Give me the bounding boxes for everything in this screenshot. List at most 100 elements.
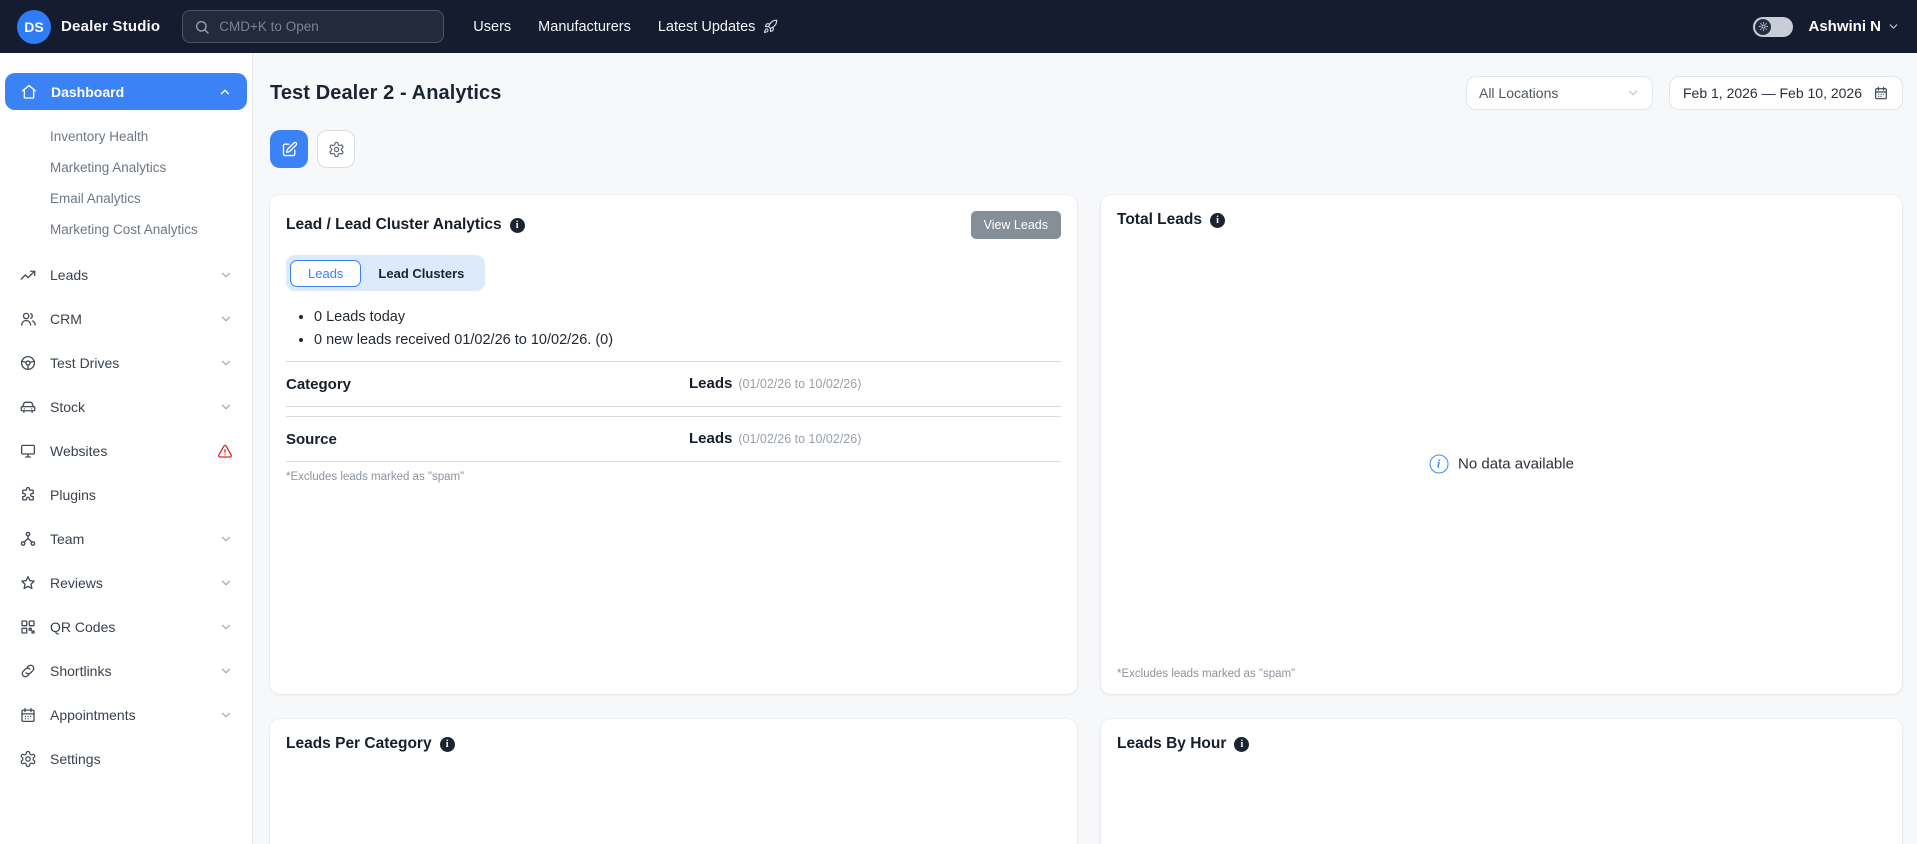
lead-summary-item: 0 new leads received 01/02/26 to 10/02/2… [314,332,1061,348]
lead-tabs: Leads Lead Clusters [286,255,486,291]
sidebar-item-email-analytics[interactable]: Email Analytics [0,183,252,214]
sidebar-item-label: Settings [50,751,101,767]
sidebar-item-appointments[interactable]: Appointments [0,693,252,737]
sidebar-item-label: Shortlinks [50,663,112,679]
edit-icon [281,141,298,158]
column-header-leads: Leads [689,430,733,447]
sidebar-item-marketing-cost-analytics[interactable]: Marketing Cost Analytics [0,214,252,245]
rocket-icon [763,19,778,34]
lead-cluster-analytics-card: Lead / Lead Cluster Analytics i View Lea… [270,195,1077,694]
team-network-icon [19,530,37,548]
chevron-down-icon [219,312,233,326]
sidebar-item-qr-codes[interactable]: QR Codes [0,605,252,649]
sidebar-item-label: CRM [50,311,82,327]
dashboard-settings-button[interactable] [317,130,355,168]
dashboard-submenu: Inventory Health Marketing Analytics Ema… [0,110,252,253]
row-value: Leads (01/02/26 to 10/02/26) [689,375,861,393]
leads-by-hour-card: Leads By Hour i [1101,719,1902,844]
tab-leads[interactable]: Leads [290,259,362,287]
card-title: Leads Per Category i [286,735,1061,753]
sidebar-item-label: QR Codes [50,619,116,635]
view-leads-button[interactable]: View Leads [970,211,1061,239]
edit-dashboard-button[interactable] [270,130,308,168]
info-icon[interactable]: i [509,217,525,233]
nav-link-manufacturers[interactable]: Manufacturers [538,19,631,35]
user-menu[interactable]: Ashwini N [1808,18,1900,35]
global-search[interactable] [182,10,445,43]
sidebar-item-team[interactable]: Team [0,517,252,561]
nav-links: Users Manufacturers Latest Updates [473,19,778,35]
chevron-up-icon [218,85,232,99]
chevron-down-icon [219,576,233,590]
theme-toggle[interactable] [1753,16,1794,37]
chevron-down-icon [219,268,233,282]
warning-triangle-icon [217,443,233,459]
sidebar-item-label: Appointments [50,707,136,723]
search-icon [194,19,210,35]
sidebar-item-shortlinks[interactable]: Shortlinks [0,649,252,693]
chevron-down-icon [1626,86,1640,100]
tab-lead-clusters[interactable]: Lead Clusters [361,259,481,287]
sidebar-item-label: Stock [50,399,86,415]
location-filter-select[interactable]: All Locations [1465,76,1653,110]
lead-summary-list: 0 Leads today 0 new leads received 01/02… [314,309,1061,348]
card-header: Lead / Lead Cluster Analytics i View Lea… [286,211,1061,239]
card-title: Lead / Lead Cluster Analytics i [286,216,525,234]
table-row: Category Leads (01/02/26 to 10/02/26) [286,361,1061,407]
sidebar-item-label: Dashboard [51,83,125,100]
nav-link-users[interactable]: Users [473,19,511,35]
search-input[interactable] [219,19,433,34]
sidebar-item-label: Leads [50,267,89,283]
chevron-down-icon [219,708,233,722]
sidebar-item-reviews[interactable]: Reviews [0,561,252,605]
sidebar-item-settings[interactable]: Settings [0,737,252,781]
spam-footnote: *Excludes leads marked as "spam" [286,471,465,483]
sidebar: Dashboard Inventory Health Marketing Ana… [0,53,253,844]
sidebar-item-label: Websites [50,443,108,459]
qr-code-icon [19,618,37,636]
sidebar-item-label: Team [50,531,85,547]
sidebar-item-dashboard[interactable]: Dashboard [5,73,247,110]
info-icon[interactable]: i [1209,212,1225,228]
lead-table: Category Leads (01/02/26 to 10/02/26) Sou… [286,361,1061,462]
nav-link-latest-updates[interactable]: Latest Updates [658,19,779,35]
chevron-down-icon [219,356,233,370]
nav-link-latest-updates-label: Latest Updates [657,18,756,35]
date-range-value: Feb 1, 2026 — Feb 10, 2026 [1682,85,1862,101]
chevron-down-icon [219,532,233,546]
chevron-down-icon [219,664,233,678]
table-row: Source Leads (01/02/26 to 10/02/26) [286,416,1061,462]
sidebar-item-plugins[interactable]: Plugins [0,473,252,517]
leads-per-category-card: Leads Per Category i [270,719,1077,844]
dashboard-toolbar [270,130,1903,168]
empty-state-text: No data available [1458,455,1574,473]
info-icon[interactable]: i [1234,736,1250,752]
users-icon [19,310,37,328]
sidebar-item-test-drives[interactable]: Test Drives [0,341,252,385]
info-icon[interactable]: i [439,736,455,752]
card-title-text: Leads Per Category [286,735,432,752]
date-range-picker[interactable]: Feb 1, 2026 — Feb 10, 2026 [1668,76,1903,110]
brand-name: Dealer Studio [61,18,161,35]
row-value: Leads (01/02/26 to 10/02/26) [689,430,861,448]
calendar-icon [19,706,37,724]
sidebar-item-label: Plugins [50,487,96,503]
sidebar-item-stock[interactable]: Stock [0,385,252,429]
sidebar-item-inventory-health[interactable]: Inventory Health [0,121,252,152]
main-content: Test Dealer 2 - Analytics All Locations … [253,53,1917,844]
top-navbar: DS Dealer Studio Users Manufacturers Lat… [0,0,1917,53]
row-header-source: Source [286,430,337,448]
sidebar-item-crm[interactable]: CRM [0,297,252,341]
sidebar-item-marketing-analytics[interactable]: Marketing Analytics [0,152,252,183]
gear-icon [19,750,37,768]
sidebar-item-label: Reviews [50,575,103,591]
link-icon [19,662,37,680]
card-title-text: Leads By Hour [1117,735,1227,752]
page-title: Test Dealer 2 - Analytics [270,81,502,104]
sidebar-item-websites[interactable]: Websites [0,429,252,473]
chevron-down-icon [219,400,233,414]
sidebar-item-leads[interactable]: Leads [0,253,252,297]
chevron-down-icon [1887,20,1900,33]
lead-summary-item: 0 Leads today [314,309,1061,325]
sun-icon [1758,21,1769,32]
